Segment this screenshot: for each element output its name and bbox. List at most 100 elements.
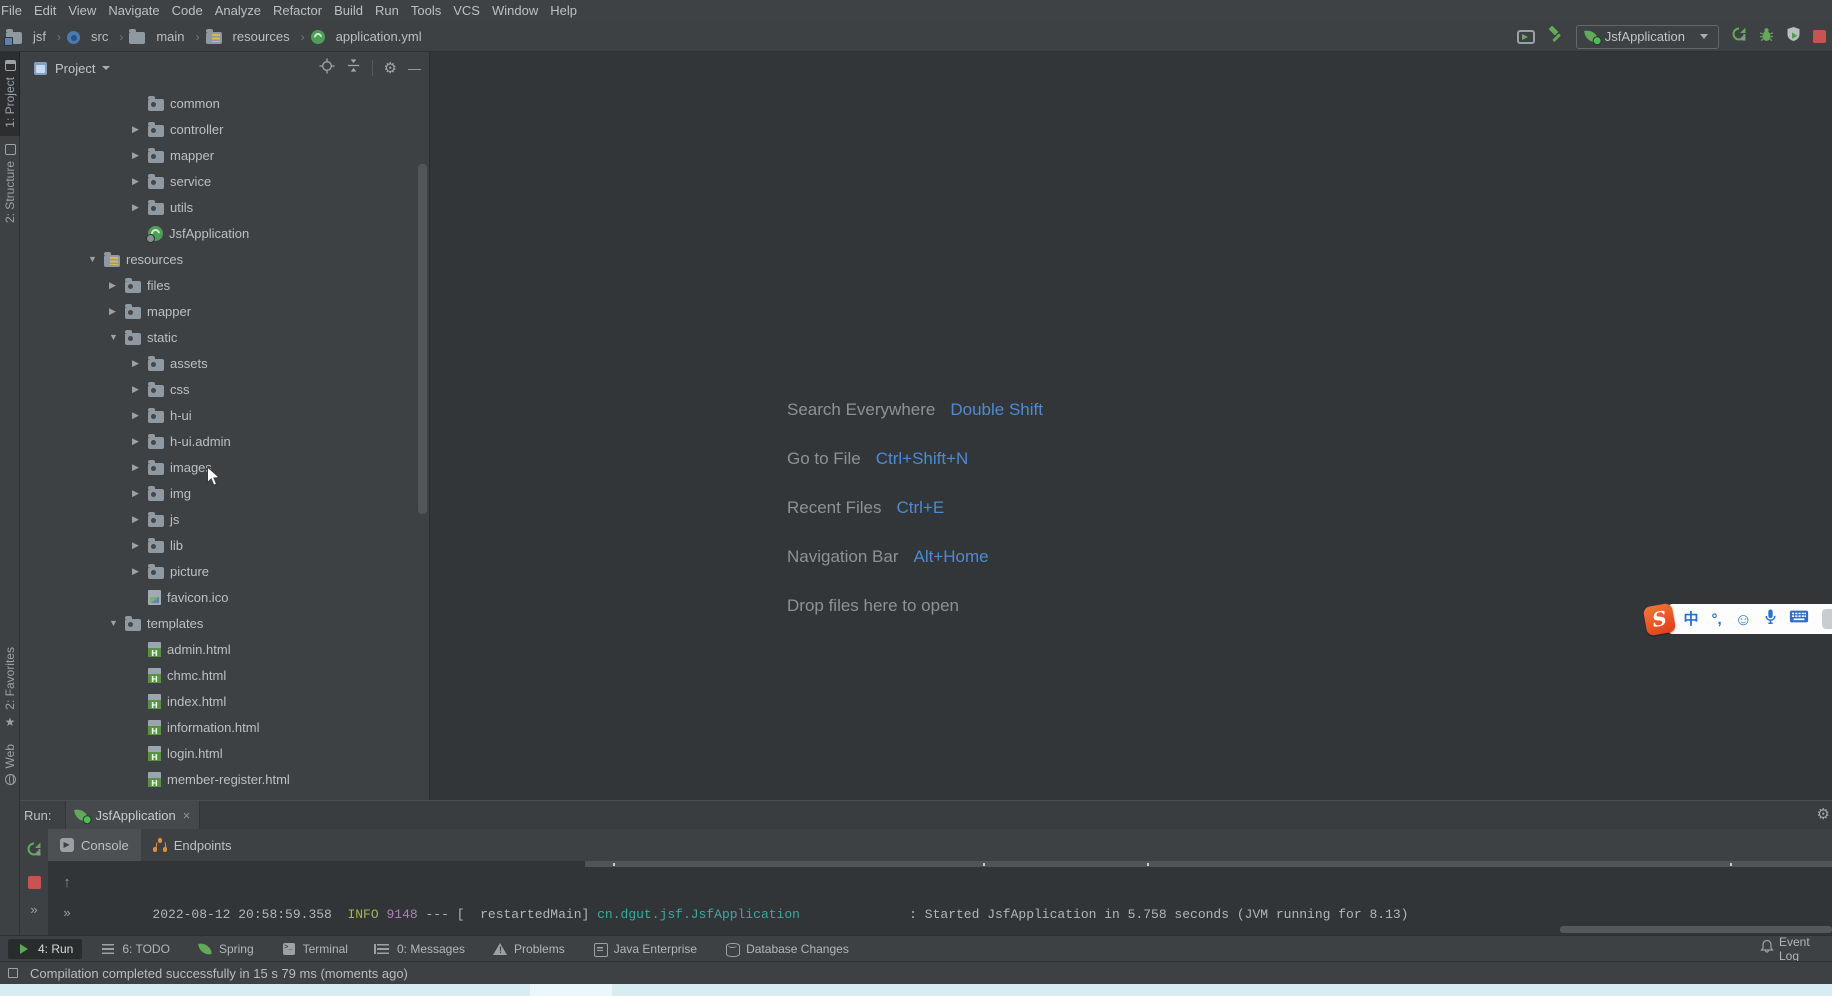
tab-endpoints[interactable]: Endpoints	[141, 829, 244, 861]
tool-window-button[interactable]: 4: Run	[8, 939, 82, 959]
menu-item[interactable]: File	[0, 0, 28, 22]
tree-item[interactable]: lib	[20, 532, 429, 558]
menu-item[interactable]: Run	[369, 0, 405, 22]
tree-expand-arrow[interactable]	[109, 618, 125, 628]
tree-expand-arrow[interactable]	[132, 566, 148, 577]
stripe-button-project[interactable]: 1: Project	[0, 52, 20, 136]
tree-item[interactable]: controller	[20, 116, 429, 142]
tool-window-button[interactable]: 6: TODO	[92, 939, 179, 959]
build-hammer-icon[interactable]	[1547, 26, 1564, 48]
run-tab-jsfapplication[interactable]: JsfApplication ×	[65, 801, 200, 829]
menu-item[interactable]: Tools	[405, 0, 447, 22]
tree-item[interactable]: member-register.html	[20, 766, 429, 792]
tree-item[interactable]: mapper	[20, 298, 429, 324]
more-actions-icon[interactable]: »	[30, 903, 37, 916]
run-configuration-select[interactable]: JsfApplication	[1576, 25, 1719, 49]
tree-item[interactable]: common	[20, 90, 429, 116]
tree-item[interactable]: files	[20, 272, 429, 298]
breadcrumb-item[interactable]: jsf ›	[6, 29, 67, 44]
scrollbar-thumb[interactable]	[418, 164, 427, 514]
tree-item[interactable]: assets	[20, 350, 429, 376]
tree-item[interactable]: utils	[20, 194, 429, 220]
tree-item[interactable]: JsfApplication	[20, 220, 429, 246]
tool-window-button[interactable]: 0: Messages	[367, 939, 474, 959]
tree-expand-arrow[interactable]	[132, 436, 148, 447]
run-anything-icon[interactable]	[1517, 30, 1535, 44]
menu-item[interactable]: Help	[544, 0, 583, 22]
menu-item[interactable]: Refactor	[267, 0, 328, 22]
tree-expand-arrow[interactable]	[132, 150, 148, 161]
menu-item[interactable]: Navigate	[102, 0, 165, 22]
tree-item[interactable]: login.html	[20, 740, 429, 766]
menu-item[interactable]: Build	[328, 0, 369, 22]
tree-expand-arrow[interactable]	[88, 254, 104, 264]
tree-item[interactable]: h-ui	[20, 402, 429, 428]
scrollbar-thumb[interactable]	[1560, 926, 1832, 933]
tree-item[interactable]: resources	[20, 246, 429, 272]
stripe-button-favorites[interactable]: ★ 2: Favorites	[0, 647, 20, 728]
tree-item[interactable]: js	[20, 506, 429, 532]
project-panel-title[interactable]: Project	[55, 61, 95, 76]
menu-item[interactable]: Edit	[28, 0, 62, 22]
gear-icon[interactable]: ⚙	[1817, 807, 1830, 822]
collapse-all-icon[interactable]	[346, 58, 361, 78]
tree-expand-arrow[interactable]	[132, 514, 148, 525]
tab-console[interactable]: Console	[48, 829, 141, 861]
tool-window-button[interactable]: Database Changes	[716, 939, 858, 959]
emoji-icon[interactable]: ☺	[1735, 611, 1752, 628]
tool-window-button[interactable]: Terminal	[273, 939, 357, 959]
tree-expand-arrow[interactable]	[132, 488, 148, 499]
tree-expand-arrow[interactable]	[132, 202, 148, 213]
chevron-down-icon[interactable]	[102, 66, 110, 70]
stripe-button-web[interactable]: Web	[0, 744, 20, 785]
hide-panel-icon[interactable]: —	[408, 62, 421, 75]
locate-file-icon[interactable]	[319, 58, 335, 79]
tree-item[interactable]: information.html	[20, 714, 429, 740]
tree-expand-arrow[interactable]	[132, 176, 148, 187]
breadcrumb-item[interactable]: src ›	[67, 29, 129, 44]
menu-item[interactable]: Code	[166, 0, 209, 22]
ime-language-toggle[interactable]: 中	[1683, 612, 1698, 627]
tree-item[interactable]: img	[20, 480, 429, 506]
tool-window-button[interactable]: Spring	[189, 939, 263, 959]
tree-item[interactable]: mapper	[20, 142, 429, 168]
tree-item[interactable]: templates	[20, 610, 429, 636]
tree-item[interactable]: chmc.html	[20, 662, 429, 688]
menu-item[interactable]: VCS	[447, 0, 486, 22]
tree-expand-arrow[interactable]	[109, 306, 125, 317]
up-stack-trace-icon[interactable]: ↑	[63, 875, 71, 890]
tree-item[interactable]: favicon.ico	[20, 584, 429, 610]
breadcrumb-item[interactable]: resources ›	[206, 29, 311, 44]
tool-window-button[interactable]: Java Enterprise	[584, 939, 706, 959]
debug-button[interactable]	[1759, 27, 1774, 47]
stop-button[interactable]	[1813, 30, 1826, 43]
microphone-icon[interactable]	[1765, 609, 1776, 629]
ime-punctuation-toggle[interactable]: °,	[1711, 612, 1721, 627]
coverage-button[interactable]	[1786, 26, 1801, 47]
close-icon[interactable]: ×	[183, 809, 191, 822]
tree-expand-arrow[interactable]	[109, 280, 125, 291]
ime-more-icon[interactable]	[1822, 609, 1832, 629]
rerun-application-button[interactable]	[26, 841, 42, 862]
tree-expand-arrow[interactable]	[109, 332, 125, 342]
tree-expand-arrow[interactable]	[132, 410, 148, 421]
menu-item[interactable]: View	[62, 0, 102, 22]
breadcrumb-item[interactable]: main ›	[129, 29, 205, 44]
rerun-button[interactable]	[1731, 26, 1747, 47]
gear-icon[interactable]: ⚙	[384, 61, 397, 76]
tree-item[interactable]: admin.html	[20, 636, 429, 662]
sogou-logo[interactable]: S	[1643, 602, 1677, 636]
menu-item[interactable]: Window	[486, 0, 544, 22]
tool-window-button[interactable]: Problems	[484, 939, 574, 959]
more-actions-icon[interactable]: »	[63, 906, 70, 919]
tree-item[interactable]: css	[20, 376, 429, 402]
tree-item[interactable]: images	[20, 454, 429, 480]
tree-item[interactable]: index.html	[20, 688, 429, 714]
breadcrumb-item[interactable]: application.yml ›	[311, 29, 422, 44]
tree-expand-arrow[interactable]	[132, 358, 148, 369]
tree-expand-arrow[interactable]	[132, 384, 148, 395]
tree-expand-arrow[interactable]	[132, 124, 148, 135]
stripe-button-structure[interactable]: 2: Structure	[0, 136, 20, 231]
tree-item[interactable]: service	[20, 168, 429, 194]
keyboard-icon[interactable]	[1789, 610, 1809, 628]
